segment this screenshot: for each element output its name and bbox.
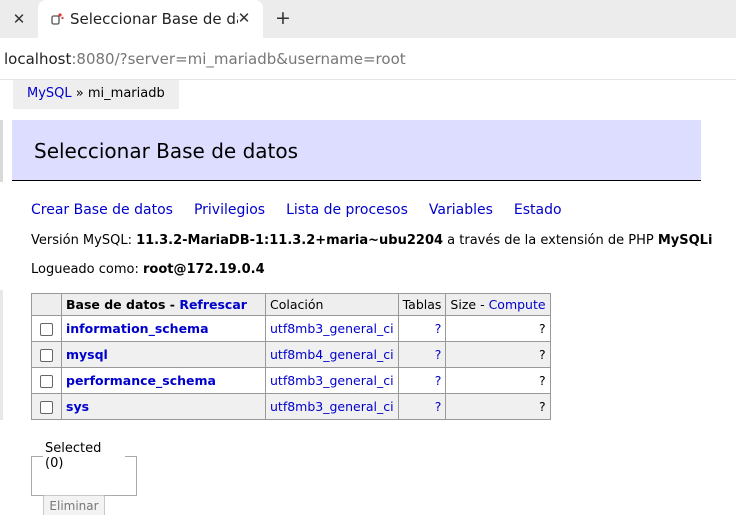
compute-link[interactable]: Compute	[489, 297, 546, 312]
header-dash: -	[165, 297, 180, 312]
collation-link[interactable]: utf8mb4_general_ci	[270, 347, 394, 362]
tab-title: Seleccionar Base de datos - Adminer	[70, 10, 238, 28]
left-menu-edge	[0, 120, 3, 182]
collation-link[interactable]: utf8mb3_general_ci	[270, 399, 394, 414]
process-list-link[interactable]: Lista de procesos	[286, 202, 408, 218]
status-link[interactable]: Estado	[514, 202, 562, 218]
select-all-cell[interactable]	[31, 293, 62, 316]
collation-cell: utf8mb3_general_ci	[265, 367, 399, 394]
url-path: :8080/?server=mi_mariadb&username=root	[71, 50, 406, 68]
collation-column-header: Colación	[265, 293, 399, 316]
row-checkbox[interactable]	[40, 349, 53, 362]
tables-count-cell: ?	[397, 367, 447, 394]
table-row: mysql utf8mb4_general_ci ? ?	[31, 341, 551, 368]
delete-button[interactable]: Eliminar	[43, 495, 105, 515]
new-tab-icon[interactable]: +	[272, 7, 294, 29]
collation-link[interactable]: utf8mb3_general_ci	[270, 321, 394, 336]
breadcrumb: MySQL » mi_mariadb	[13, 80, 179, 109]
tables-count-link[interactable]: ?	[435, 373, 442, 388]
login-info: Logueado como: root@172.19.0.4	[31, 262, 265, 277]
database-name-cell: information_schema	[61, 315, 266, 342]
close-tab-icon[interactable]: ✕	[8, 8, 30, 30]
row-checkbox-cell	[31, 315, 62, 342]
table-header-row: Base de datos - Refrescar Colación Tabla…	[31, 293, 551, 316]
size-column-header: Size - Compute	[445, 293, 551, 316]
action-links: Crear Base de datos Privilegios Lista de p…	[31, 202, 583, 218]
table-row: information_schema utf8mb3_general_ci ? …	[31, 315, 551, 342]
url-text[interactable]: localhost:8080/?server=mi_mariadb&userna…	[4, 50, 406, 68]
row-checkbox[interactable]	[40, 323, 53, 336]
row-checkbox[interactable]	[40, 375, 53, 388]
tables-count-link[interactable]: ?	[435, 399, 442, 414]
size-cell: ?	[445, 367, 551, 394]
version-info: Versión MySQL: 11.3.2-MariaDB-1:11.3.2+m…	[31, 233, 712, 248]
left-menu-edge-lower	[0, 290, 3, 420]
browser-tab-bar: ✕ Seleccionar Base de datos - Adminer ✕ …	[0, 0, 736, 38]
collation-cell: utf8mb3_general_ci	[265, 393, 399, 420]
browser-tab-active[interactable]: Seleccionar Base de datos - Adminer ✕	[38, 0, 263, 38]
table-row: sys utf8mb3_general_ci ? ?	[31, 393, 551, 420]
row-checkbox-cell	[31, 367, 62, 394]
tables-column-header: Tablas	[397, 293, 447, 316]
version-middle: a través de la extensión de PHP	[443, 233, 658, 248]
database-name-cell: sys	[61, 393, 266, 420]
database-column-header: Base de datos - Refrescar	[61, 293, 266, 316]
table-row: performance_schema utf8mb3_general_ci ? …	[31, 367, 551, 394]
size-cell: ?	[445, 341, 551, 368]
version-value: 11.3.2-MariaDB-1:11.3.2+maria~ubu2204	[136, 233, 444, 248]
breadcrumb-server: mi_mariadb	[87, 86, 165, 101]
breadcrumb-separator: »	[75, 86, 84, 101]
page-title: Seleccionar Base de datos	[34, 139, 299, 163]
refresh-link[interactable]: Refrescar	[179, 297, 247, 312]
variables-link[interactable]: Variables	[429, 202, 493, 218]
adminer-favicon-icon	[51, 13, 64, 25]
breadcrumb-driver-link[interactable]: MySQL	[27, 86, 72, 101]
selected-fieldset: Selected (0) Eliminar	[31, 441, 137, 515]
tables-count-link[interactable]: ?	[435, 347, 442, 362]
login-value: root@172.19.0.4	[143, 262, 265, 277]
page-header: Seleccionar Base de datos	[12, 120, 701, 181]
row-checkbox-cell	[31, 341, 62, 368]
login-prefix: Logueado como:	[31, 262, 143, 277]
tables-count-cell: ?	[397, 341, 447, 368]
tables-count-link[interactable]: ?	[435, 321, 442, 336]
database-link[interactable]: information_schema	[66, 321, 209, 336]
database-link[interactable]: performance_schema	[66, 373, 216, 388]
version-extension: MySQLi	[657, 233, 713, 248]
selected-legend: Selected (0)	[45, 441, 102, 471]
row-checkbox-cell	[31, 393, 62, 420]
database-header-label: Base de datos	[66, 297, 166, 312]
database-link[interactable]: sys	[66, 399, 89, 414]
address-bar[interactable]: localhost:8080/?server=mi_mariadb&userna…	[0, 38, 736, 80]
tab-close-icon[interactable]: ✕	[235, 8, 253, 28]
create-database-link[interactable]: Crear Base de datos	[31, 202, 173, 218]
collation-cell: utf8mb4_general_ci	[265, 341, 399, 368]
database-name-cell: performance_schema	[61, 367, 266, 394]
size-cell: ?	[445, 315, 551, 342]
url-host: localhost	[4, 50, 72, 68]
size-cell: ?	[445, 393, 551, 420]
privileges-link[interactable]: Privilegios	[194, 202, 265, 218]
collation-link[interactable]: utf8mb3_general_ci	[270, 373, 394, 388]
collation-cell: utf8mb3_general_ci	[265, 315, 399, 342]
database-name-cell: mysql	[61, 341, 266, 368]
database-table: Base de datos - Refrescar Colación Tabla…	[31, 293, 551, 420]
size-header-label: Size	[450, 297, 477, 312]
row-checkbox[interactable]	[40, 401, 53, 414]
tables-count-cell: ?	[397, 393, 447, 420]
tables-count-cell: ?	[397, 315, 447, 342]
version-prefix: Versión MySQL:	[31, 233, 137, 248]
database-link[interactable]: mysql	[66, 347, 108, 362]
